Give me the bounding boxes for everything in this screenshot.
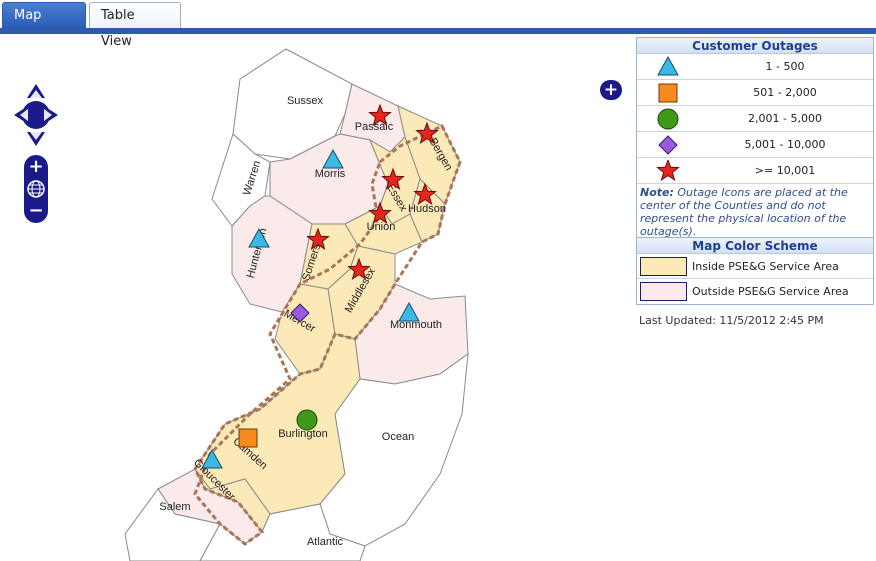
triangle-icon-mark — [657, 56, 679, 76]
legend-row: >= 10,001 — [637, 158, 873, 184]
outage-circle-icon-burlington — [296, 409, 318, 431]
county-label-ocean: Ocean — [382, 431, 414, 443]
legend-row: 501 - 2,000 — [637, 80, 873, 106]
circle-icon-mark — [657, 108, 679, 130]
county-label-atlantic: Atlantic — [307, 536, 344, 548]
outage-legend: Customer Outages 1 - 500 501 - 2,000 2,001… — [636, 37, 874, 242]
legend-row: 5,001 - 10,000 — [637, 132, 873, 158]
scheme-label-outside: Outside PSE&G Service Area — [692, 285, 849, 298]
legend-range: 2,001 - 5,000 — [748, 112, 822, 125]
star-icon — [656, 160, 680, 182]
scheme-row-inside: Inside PSE&G Service Area — [637, 254, 873, 279]
pan-control[interactable] — [12, 82, 60, 148]
county-label-sussex: Sussex — [287, 95, 324, 107]
legend-range: 5,001 - 10,000 — [744, 138, 826, 151]
legend-range: 501 - 2,000 — [753, 86, 817, 99]
outage-square-icon-camden — [238, 428, 258, 448]
diamond-icon — [658, 135, 678, 155]
diamond-icon-mark — [658, 135, 678, 155]
county-label-salem: Salem — [159, 501, 190, 513]
zoom-in-button[interactable]: + — [26, 157, 46, 177]
legend-note: Note: Outage Icons are placed at the cen… — [637, 184, 873, 241]
tab-map-view[interactable]: Map View — [2, 2, 86, 49]
expand-legend-button[interactable]: + — [600, 80, 622, 100]
star-icon-mark — [656, 160, 680, 182]
scheme-row-outside: Outside PSE&G Service Area — [637, 279, 873, 304]
circle-icon — [657, 108, 679, 130]
last-updated: Last Updated: 11/5/2012 2:45 PM — [639, 314, 824, 327]
outside-area-swatch — [640, 282, 687, 301]
legend-range: 1 - 500 — [765, 60, 805, 73]
county-label-hudson: Hudson — [408, 203, 446, 215]
county-label-burlington: Burlington — [278, 428, 328, 440]
nj-county-map[interactable]: SussexPassaicBergenMorrisWarrenEssexHuds… — [0, 34, 630, 561]
scheme-title: Map Color Scheme — [637, 238, 873, 254]
county-label-morris: Morris — [315, 168, 346, 180]
map-area[interactable]: Sussex Passaic Bergen Morris Warren Essex Huds… — [0, 34, 630, 561]
color-scheme-legend: Map Color Scheme Inside PSE&G Service Ar… — [636, 237, 874, 305]
scheme-label-inside: Inside PSE&G Service Area — [692, 260, 839, 273]
zoom-control: + − — [24, 155, 48, 223]
note-label: Note: — [640, 186, 674, 199]
zoom-out-button[interactable]: − — [26, 201, 46, 221]
tab-table-view[interactable]: Table View — [89, 2, 181, 49]
square-icon-mark — [658, 83, 678, 103]
legend-row: 1 - 500 — [637, 54, 873, 80]
county-label-union: Union — [367, 221, 396, 233]
square-icon — [658, 83, 678, 103]
inside-area-swatch — [640, 257, 687, 276]
legend-row: 2,001 - 5,000 — [637, 106, 873, 132]
tab-bar: Map View Table View — [0, 0, 876, 49]
legend-range: >= 10,001 — [754, 164, 816, 177]
globe-icon[interactable] — [26, 179, 46, 199]
legend-title: Customer Outages — [637, 38, 873, 54]
triangle-icon — [657, 56, 679, 76]
